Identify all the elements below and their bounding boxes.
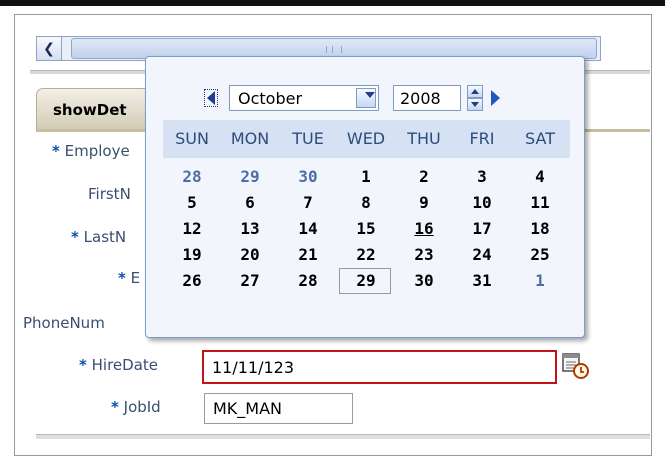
date-picker-popup: October 2008 SUN MON TUE WED THU FRI SAT 28 29 30… bbox=[145, 56, 585, 338]
day-cell[interactable]: 8 bbox=[337, 189, 395, 217]
weekday-label: FRI bbox=[469, 129, 495, 148]
phone-number-label: PhoneNum bbox=[23, 314, 105, 332]
day-cell[interactable]: 1 bbox=[511, 267, 569, 295]
year-spinner[interactable] bbox=[467, 85, 483, 111]
day-cell[interactable]: 23 bbox=[395, 241, 453, 269]
day-cell[interactable]: 2 bbox=[395, 163, 453, 191]
week-row: 26 27 28 29 30 31 1 bbox=[163, 267, 570, 295]
month-dropdown-button[interactable] bbox=[356, 88, 376, 108]
year-input[interactable]: 2008 bbox=[393, 85, 461, 111]
weekday-label: SAT bbox=[525, 129, 555, 148]
week-row: 19 20 21 22 23 24 25 bbox=[163, 241, 570, 269]
day-cell[interactable]: 7 bbox=[279, 189, 337, 217]
day-cell[interactable]: 30 bbox=[395, 267, 453, 295]
last-name-label: * LastN bbox=[71, 228, 127, 246]
day-cell[interactable]: 18 bbox=[511, 215, 569, 243]
chevron-left-icon: ❮ bbox=[43, 40, 55, 57]
day-cell[interactable]: 21 bbox=[279, 241, 337, 269]
weekday-label: SUN bbox=[175, 129, 209, 148]
day-cell[interactable]: 20 bbox=[221, 241, 279, 269]
day-cell[interactable]: 29 bbox=[221, 163, 279, 191]
day-cell[interactable]: 4 bbox=[511, 163, 569, 191]
day-cell[interactable]: 31 bbox=[453, 267, 511, 295]
week-row: 28 29 30 1 2 3 4 bbox=[163, 163, 570, 191]
day-cell[interactable]: 19 bbox=[163, 241, 221, 269]
previous-month-button[interactable] bbox=[204, 89, 218, 107]
arrow-down-icon bbox=[471, 102, 479, 107]
arrow-up-icon bbox=[471, 89, 479, 94]
day-cell[interactable]: 15 bbox=[337, 215, 395, 243]
weekday-label: MON bbox=[230, 129, 270, 148]
scroll-left-button[interactable]: ❮ bbox=[37, 37, 62, 60]
today-day-cell[interactable]: 16 bbox=[395, 215, 453, 243]
bottom-divider bbox=[36, 434, 650, 439]
employee-id-label: * Employe bbox=[52, 142, 130, 160]
top-edge bbox=[0, 0, 665, 14]
day-cell[interactable]: 22 bbox=[337, 241, 395, 269]
day-cell[interactable]: 28 bbox=[279, 267, 337, 295]
weekday-label: THU bbox=[407, 129, 441, 148]
day-cell[interactable]: 12 bbox=[163, 215, 221, 243]
first-name-label: FirstN bbox=[88, 185, 131, 203]
triangle-left-icon bbox=[207, 91, 215, 105]
tab-label: showDet bbox=[53, 101, 127, 119]
chevron-down-icon bbox=[365, 92, 375, 98]
day-cell[interactable]: 24 bbox=[453, 241, 511, 269]
selected-day-cell[interactable]: 29 bbox=[337, 267, 395, 295]
day-cell[interactable]: 13 bbox=[221, 215, 279, 243]
hire-date-label: * HireDate bbox=[79, 356, 159, 374]
week-row: 12 13 14 15 16 17 18 bbox=[163, 215, 570, 243]
weekday-label: TUE bbox=[292, 129, 324, 148]
day-cell[interactable]: 5 bbox=[163, 189, 221, 217]
job-id-input[interactable]: MK_MAN bbox=[204, 393, 353, 424]
week-row: 5 6 7 8 9 10 11 bbox=[163, 189, 570, 217]
day-cell[interactable]: 3 bbox=[453, 163, 511, 191]
next-month-button[interactable] bbox=[491, 90, 500, 106]
hire-date-input[interactable]: 11/11/123 bbox=[202, 350, 557, 384]
email-label: * E bbox=[118, 269, 141, 287]
day-cell[interactable]: 6 bbox=[221, 189, 279, 217]
day-cell[interactable]: 9 bbox=[395, 189, 453, 217]
year-down-button[interactable] bbox=[467, 98, 483, 111]
day-cell[interactable]: 17 bbox=[453, 215, 511, 243]
year-up-button[interactable] bbox=[467, 85, 483, 98]
day-cell[interactable]: 14 bbox=[279, 215, 337, 243]
day-cell[interactable]: 27 bbox=[221, 267, 279, 295]
day-cell[interactable]: 30 bbox=[279, 163, 337, 191]
day-cell[interactable]: 25 bbox=[511, 241, 569, 269]
weekday-label: WED bbox=[346, 129, 386, 148]
day-cell[interactable]: 10 bbox=[453, 189, 511, 217]
day-cell[interactable]: 1 bbox=[337, 163, 395, 191]
scrollbar-grip-icon bbox=[326, 46, 342, 53]
weekday-row: SUN MON TUE WED THU FRI SAT bbox=[163, 120, 570, 158]
job-id-label: * JobId bbox=[111, 398, 161, 416]
calendar-clock-icon[interactable] bbox=[561, 351, 589, 379]
day-cell[interactable]: 11 bbox=[511, 189, 569, 217]
day-cell[interactable]: 28 bbox=[163, 163, 221, 191]
month-select[interactable]: October bbox=[229, 85, 379, 111]
day-cell[interactable]: 26 bbox=[163, 267, 221, 295]
